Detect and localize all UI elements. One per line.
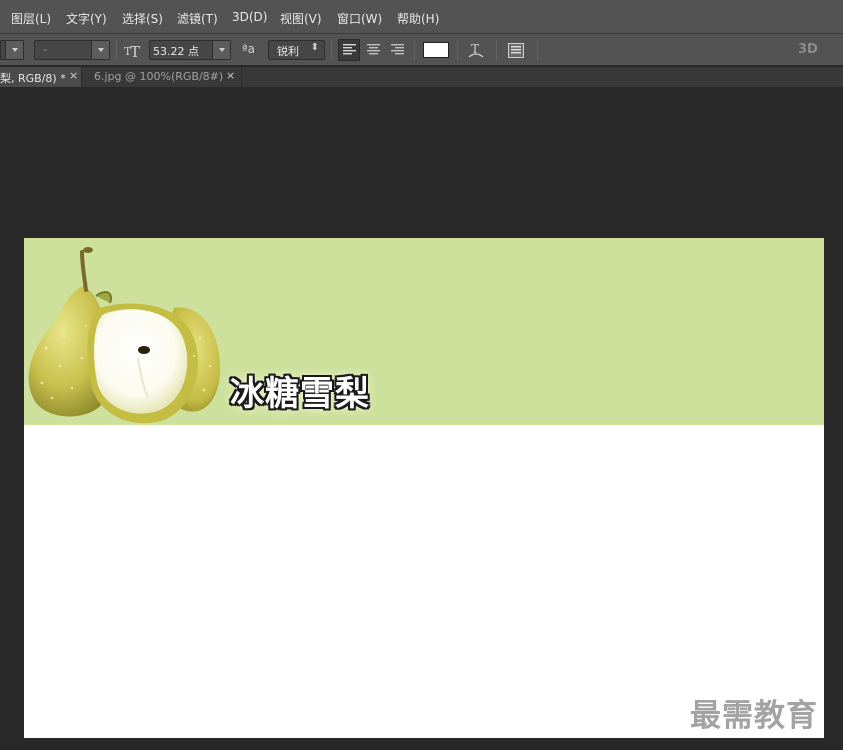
tab-label: 梨, RGB/8) * — [0, 72, 66, 85]
font-size-icon: TT — [124, 41, 142, 63]
divider — [537, 40, 538, 60]
updown-arrow-icon: ⬍ — [310, 42, 319, 53]
tab-label: 6.jpg @ 100%(RGB/8#) — [94, 70, 224, 83]
text-color-swatch[interactable] — [423, 42, 449, 58]
font-style-dropdown[interactable]: - — [34, 40, 110, 60]
divider — [116, 40, 117, 60]
close-icon[interactable]: × — [69, 69, 78, 82]
font-size-dropdown[interactable]: 53.22 点 — [149, 40, 231, 60]
close-icon[interactable]: × — [226, 69, 235, 82]
align-right-button[interactable] — [388, 39, 408, 61]
watermark: 最需教育 — [690, 698, 818, 734]
chevron-down-icon — [91, 41, 109, 59]
align-left-button[interactable] — [338, 39, 360, 61]
align-left-icon — [343, 44, 356, 55]
banner-title[interactable]: 冰糖雪梨 — [230, 366, 370, 415]
three-d-button[interactable]: 3D — [798, 42, 818, 57]
antialias-icon: ªa — [242, 42, 256, 56]
options-bar: - TT 53.22 点 ªa 锐利 ⬍ T 3D — [0, 34, 843, 66]
align-right-icon — [391, 44, 404, 55]
tab-6jpg[interactable]: 6.jpg @ 100%(RGB/8#) × — [83, 67, 242, 87]
character-panel-button[interactable] — [505, 39, 527, 61]
warp-text-button[interactable]: T — [465, 39, 487, 61]
menu-select[interactable]: 选择(S) — [122, 10, 163, 27]
font-family-dropdown[interactable] — [0, 40, 24, 60]
menu-type[interactable]: 文字(Y) — [66, 10, 107, 27]
svg-text:T: T — [130, 43, 140, 59]
character-panel-icon — [508, 43, 524, 58]
pear-image — [28, 247, 221, 424]
divider — [496, 40, 497, 60]
banner: 冰糖雪梨 — [24, 238, 824, 425]
workspace: 冰糖雪梨 — [0, 87, 843, 750]
chevron-down-icon — [5, 41, 23, 59]
menu-window[interactable]: 窗口(W) — [337, 10, 382, 27]
menu-filter[interactable]: 滤镜(T) — [177, 10, 218, 27]
document-canvas[interactable]: 冰糖雪梨 — [24, 238, 824, 738]
menu-layer[interactable]: 图层(L) — [11, 10, 51, 27]
align-center-button[interactable] — [364, 39, 384, 61]
antialias-value: 锐利 — [277, 45, 299, 58]
align-center-icon — [367, 44, 380, 55]
tab-active-document[interactable]: 梨, RGB/8) * × — [0, 67, 82, 87]
menu-bar: 图层(L) 文字(Y) 选择(S) 滤镜(T) 3D(D) 视图(V) 窗口(W… — [0, 0, 843, 34]
menu-view[interactable]: 视图(V) — [280, 10, 322, 27]
menu-help[interactable]: 帮助(H) — [397, 10, 439, 27]
chevron-down-icon — [212, 41, 230, 59]
divider — [331, 40, 332, 60]
font-size-value: 53.22 点 — [153, 45, 199, 58]
warp-text-icon: T — [468, 42, 484, 58]
document-tab-bar: 梨, RGB/8) * × 6.jpg @ 100%(RGB/8#) × — [0, 67, 843, 87]
antialias-dropdown[interactable]: 锐利 ⬍ — [268, 40, 325, 60]
divider — [414, 40, 415, 60]
divider — [457, 40, 458, 60]
font-style-value: - — [43, 43, 47, 56]
menu-3d[interactable]: 3D(D) — [232, 10, 267, 24]
